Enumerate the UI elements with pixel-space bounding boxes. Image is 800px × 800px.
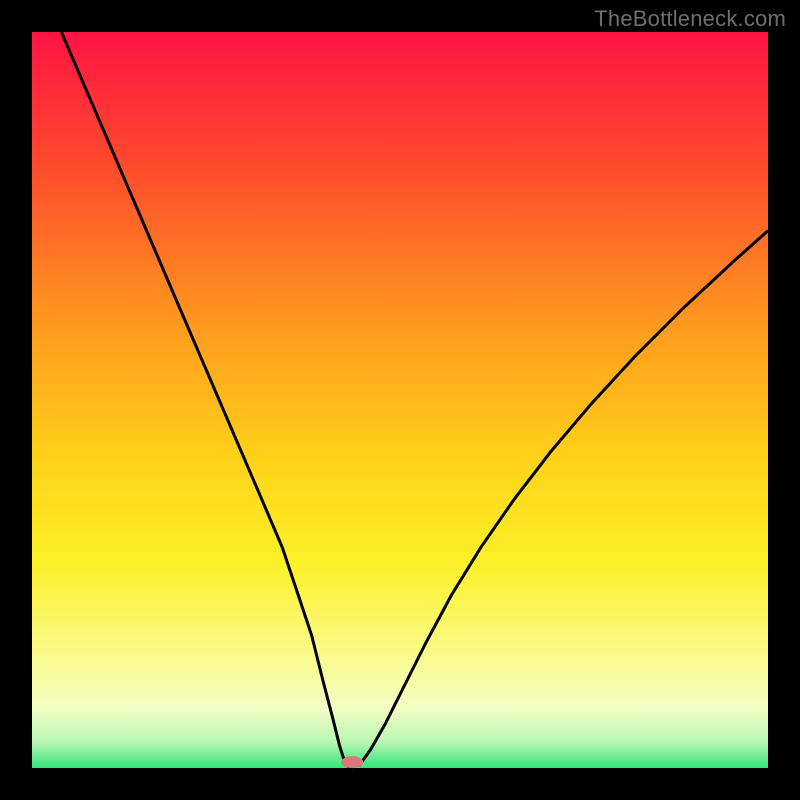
chart-container: TheBottleneck.com <box>0 0 800 800</box>
min-marker <box>341 756 363 768</box>
plot-background <box>32 32 768 768</box>
bottleneck-chart <box>0 0 800 800</box>
